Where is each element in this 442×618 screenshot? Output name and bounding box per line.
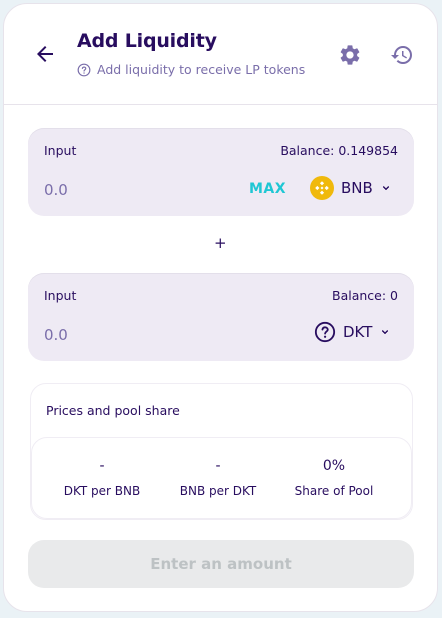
add-liquidity-card: Add Liquidity Add liquidity to receive L… <box>3 3 438 612</box>
stat-label: Share of Pool <box>294 484 374 498</box>
subtitle-text: Add liquidity to receive LP tokens <box>97 62 306 77</box>
max-button[interactable]: MAX <box>249 181 286 197</box>
stat-share-of-pool: 0% Share of Pool <box>269 458 399 498</box>
unknown-token-icon <box>314 321 336 343</box>
token-symbol: BNB <box>341 179 373 197</box>
back-arrow-icon <box>37 46 53 62</box>
token-select-dkt[interactable]: DKT <box>314 321 391 343</box>
chevron-down-icon <box>382 329 389 335</box>
card-header: Add Liquidity Add liquidity to receive L… <box>4 4 437 105</box>
help-circle-icon[interactable] <box>77 63 91 77</box>
input-label: Input <box>44 143 77 158</box>
amount-input-dkt[interactable] <box>44 323 194 347</box>
back-button[interactable] <box>30 39 60 69</box>
stat-label: DKT per BNB <box>63 484 141 498</box>
stat-dkt-per-bnb: - DKT per BNB <box>37 458 167 498</box>
input-label: Input <box>44 288 77 303</box>
stat-value: - <box>99 458 105 474</box>
prices-stats: - DKT per BNB - BNB per DKT 0% Share of … <box>31 437 412 519</box>
page-subtitle: Add liquidity to receive LP tokens <box>77 62 305 77</box>
gear-icon <box>340 45 360 65</box>
input-panel-dkt: Input Balance: 0 DKT <box>28 273 414 361</box>
history-icon <box>391 46 412 65</box>
token-select-bnb[interactable]: BNB <box>310 176 392 200</box>
history-button[interactable] <box>389 42 415 68</box>
enter-amount-button[interactable]: Enter an amount <box>28 540 414 588</box>
prices-title: Prices and pool share <box>46 403 180 418</box>
balance-text: Balance: 0 <box>332 288 398 303</box>
chevron-down-icon <box>382 185 390 191</box>
amount-input-bnb[interactable] <box>44 178 194 202</box>
stat-value: 0% <box>322 458 346 474</box>
page-title: Add Liquidity <box>77 30 217 52</box>
input-panel-bnb: Input Balance: 0.149854 MAX BNB <box>28 128 414 216</box>
stat-label: BNB per DKT <box>179 484 257 498</box>
balance-text: Balance: 0.149854 <box>280 143 398 158</box>
stat-value: - <box>215 458 221 474</box>
plus-separator: + <box>214 234 227 252</box>
token-symbol: DKT <box>343 323 373 341</box>
bnb-logo-icon <box>310 176 334 200</box>
prices-pool-share-box: Prices and pool share - DKT per BNB - BN… <box>30 383 413 520</box>
stat-bnb-per-dkt: - BNB per DKT <box>153 458 283 498</box>
settings-button[interactable] <box>337 42 363 68</box>
